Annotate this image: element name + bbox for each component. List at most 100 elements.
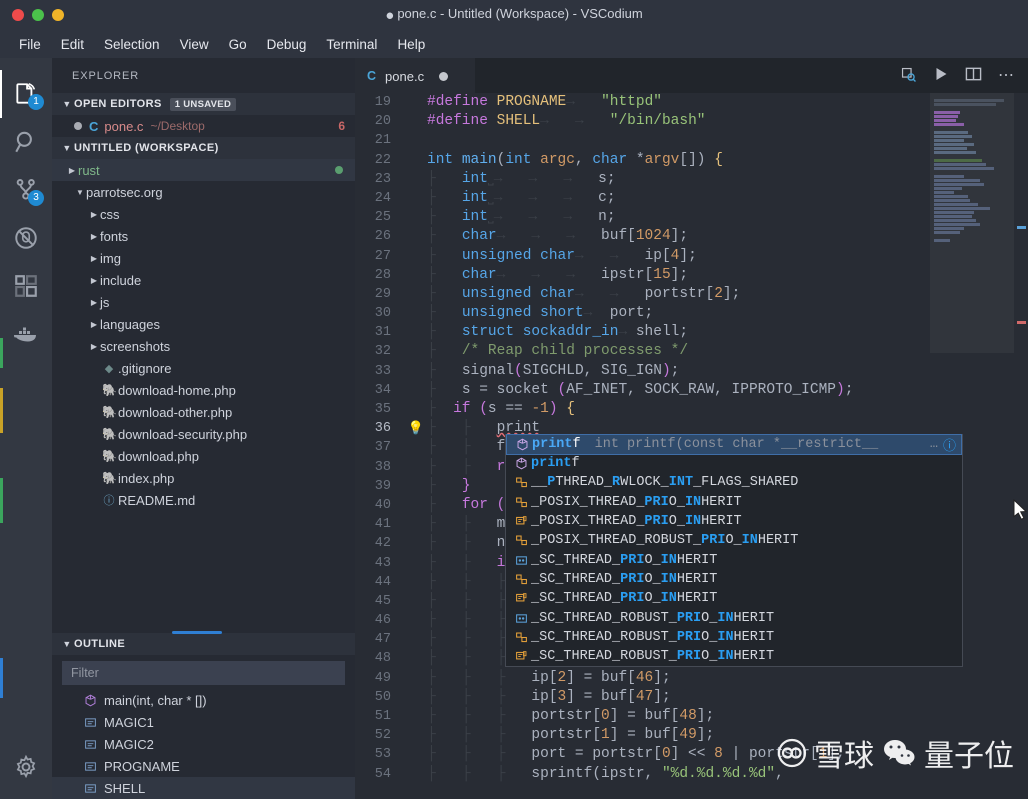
suggest-item[interactable]: _SC_THREAD_PRIO_INHERIT xyxy=(506,550,962,569)
suggest-widget[interactable]: printf int printf(const char *__restrict… xyxy=(505,434,963,668)
code-editor[interactable]: 19 #define PROGNAME→ "httpd" 20 #define SH… xyxy=(355,93,1028,799)
suggest-item[interactable]: _POSIX_THREAD_PRIO_INHERIT xyxy=(506,493,962,512)
tree-item-css[interactable]: ▶ css xyxy=(52,203,355,225)
c-file-icon: C xyxy=(89,118,99,134)
split-preview-icon[interactable] xyxy=(900,66,917,86)
open-editor-item[interactable]: C pone.c ~/Desktop 6 xyxy=(52,115,355,137)
tree-item-rust[interactable]: ▶ rust xyxy=(52,159,355,181)
outline-item-magic2[interactable]: MAGIC2 xyxy=(52,733,355,755)
tree-item-label: README.md xyxy=(118,492,196,508)
suggest-item[interactable]: _SC_THREAD_ROBUST_PRIO_INHERIT xyxy=(506,628,962,647)
activity-debug[interactable] xyxy=(0,214,52,262)
value-icon xyxy=(511,612,531,625)
activity-source-control[interactable]: 3 xyxy=(0,166,52,214)
editor-scrollbar[interactable] xyxy=(1014,93,1028,799)
suggest-label: __PTHREAD_RWLOCK_INT_FLAGS_SHARED xyxy=(531,475,799,491)
panel-resize-handle[interactable] xyxy=(172,631,222,634)
suggest-info-icon[interactable]: ⓘ xyxy=(943,435,956,454)
open-editors-list: C pone.c ~/Desktop 6 xyxy=(52,115,355,137)
activity-extensions[interactable] xyxy=(0,262,52,310)
workspace-header[interactable]: ▼ UNTITLED (WORKSPACE) xyxy=(52,137,355,159)
outline-panel: ▼ OUTLINE main(int, char * []) MAGIC1 xyxy=(52,631,355,799)
menu-terminal[interactable]: Terminal xyxy=(317,34,386,55)
suggest-item[interactable]: _POSIX_THREAD_ROBUST_PRIO_INHERIT xyxy=(506,531,962,550)
tree-item-label: index.php xyxy=(118,470,175,486)
chevron-right-icon: ▶ xyxy=(90,319,98,329)
activity-explorer[interactable]: 1 xyxy=(0,70,52,118)
activity-manage-settings[interactable] xyxy=(0,743,52,791)
open-editors-header[interactable]: ▼ OPEN EDITORS 1 UNSAVED xyxy=(52,93,355,115)
outline-item-progname[interactable]: PROGNAME xyxy=(52,755,355,777)
constant-icon xyxy=(84,782,104,795)
suggest-label: _SC_THREAD_PRIO_INHERIT xyxy=(531,552,718,568)
tree-item-download-other[interactable]: 🐘 download-other.php xyxy=(52,401,355,423)
suggest-item[interactable]: printf xyxy=(506,454,962,473)
activity-docker[interactable] xyxy=(0,310,52,358)
sidebar-title: EXPLORER xyxy=(72,69,140,82)
tree-item-download-home[interactable]: 🐘 download-home.php xyxy=(52,379,355,401)
tree-item-fonts[interactable]: ▶ fonts xyxy=(52,225,355,247)
tree-item-label: parrotsec.org xyxy=(86,184,163,200)
chevron-right-icon: ▶ xyxy=(90,231,98,241)
open-editors-title: OPEN EDITORS xyxy=(74,98,162,110)
suggest-item[interactable]: _SC_THREAD_PRIO_INHERIT xyxy=(506,570,962,589)
tree-item-screenshots[interactable]: ▶ screenshots xyxy=(52,335,355,357)
menu-debug[interactable]: Debug xyxy=(258,34,316,55)
tree-item-js[interactable]: ▶ js xyxy=(52,291,355,313)
more-actions-icon[interactable]: ⋯ xyxy=(998,67,1014,83)
suggest-label: _POSIX_THREAD_PRIO_INHERIT xyxy=(531,494,742,510)
outline-header[interactable]: ▼ OUTLINE xyxy=(52,631,355,655)
menu-view[interactable]: View xyxy=(171,34,218,55)
explorer-tree: ▶ rust ▼ parrotsec.org ▶ css ▶ fonts ▶ i… xyxy=(52,159,355,511)
outline-item-main[interactable]: main(int, char * []) xyxy=(52,689,355,711)
suggest-item[interactable]: _SC_THREAD_ROBUST_PRIO_INHERIT xyxy=(506,647,962,666)
outline-item-label: SHELL xyxy=(104,780,146,796)
suggest-item[interactable]: __PTHREAD_RWLOCK_INT_FLAGS_SHARED xyxy=(506,473,962,492)
tree-item-label: js xyxy=(100,294,110,310)
suggest-item[interactable]: _POSIX_THREAD_PRIO_INHERIT xyxy=(506,512,962,531)
menu-edit[interactable]: Edit xyxy=(52,34,93,55)
menu-go[interactable]: Go xyxy=(220,34,256,55)
outline-item-label: MAGIC1 xyxy=(104,714,154,730)
snippet-icon xyxy=(511,631,531,644)
code-line: 35 ├ if (s == -1) { xyxy=(374,401,575,417)
lightbulb-icon[interactable]: 💡 xyxy=(405,419,427,438)
tree-item-parrotsec[interactable]: ▼ parrotsec.org xyxy=(52,181,355,203)
menu-selection[interactable]: Selection xyxy=(95,34,169,55)
menu-file[interactable]: File xyxy=(10,34,50,55)
constant-icon xyxy=(84,716,104,729)
open-editor-name: pone.c xyxy=(104,118,144,134)
menu-help[interactable]: Help xyxy=(388,34,434,55)
tree-item-index[interactable]: 🐘 index.php xyxy=(52,467,355,489)
suggest-item[interactable]: _SC_THREAD_ROBUST_PRIO_INHERIT xyxy=(506,608,962,627)
suggest-item[interactable]: _SC_THREAD_PRIO_INHERIT xyxy=(506,589,962,608)
outline-filter-input[interactable] xyxy=(62,661,345,685)
run-icon[interactable] xyxy=(933,66,949,85)
split-editor-icon[interactable] xyxy=(965,66,982,85)
tree-item-download[interactable]: 🐘 download.php xyxy=(52,445,355,467)
activity-search[interactable] xyxy=(0,118,52,166)
markdown-file-icon: ⓘ xyxy=(103,495,115,507)
code-line: 51 ├ ├ ├ portstr[0] = buf[48]; xyxy=(374,708,715,724)
tab-pone-c[interactable]: C pone.c xyxy=(355,58,475,93)
tab-dirty-icon[interactable] xyxy=(439,71,449,81)
tree-item-languages[interactable]: ▶ languages xyxy=(52,313,355,335)
tree-item-gitignore[interactable]: ◆ .gitignore xyxy=(52,357,355,379)
tree-item-readme[interactable]: ⓘ README.md xyxy=(52,489,355,511)
suggest-label: _SC_THREAD_ROBUST_PRIO_INHERIT xyxy=(531,649,775,665)
chevron-right-icon: ▶ xyxy=(90,275,98,285)
error-marker xyxy=(1017,321,1026,324)
tree-item-img[interactable]: ▶ img xyxy=(52,247,355,269)
suggest-item[interactable]: printf int printf(const char *__restrict… xyxy=(506,434,962,455)
suggest-label: printf xyxy=(531,456,580,472)
tree-item-download-security[interactable]: 🐘 download-security.php xyxy=(52,423,355,445)
snippet-icon xyxy=(511,573,531,586)
outline-item-magic1[interactable]: MAGIC1 xyxy=(52,711,355,733)
tree-item-include[interactable]: ▶ include xyxy=(52,269,355,291)
code-line: 25 ├ int⎵→ → → n; xyxy=(374,209,616,226)
outline-item-shell[interactable]: SHELL xyxy=(52,777,355,799)
chevron-right-icon: ▶ xyxy=(90,253,98,263)
open-editor-path: ~/Desktop xyxy=(150,119,205,133)
git-file-icon: ◆ xyxy=(104,362,114,375)
code-line: 32 ├ /* Reap child processes */ xyxy=(374,343,689,360)
